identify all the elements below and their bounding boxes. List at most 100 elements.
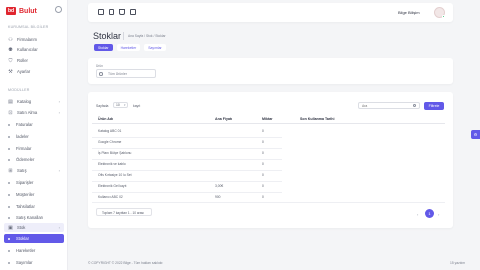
sidebar-item-users[interactable]: ⚉ Kullanıcılar <box>4 45 64 54</box>
page-size-select[interactable]: 10 ▾ <box>113 102 128 108</box>
filter-label: Ürün <box>96 64 103 68</box>
shield-icon: ⛉ <box>8 57 13 64</box>
gear-icon[interactable]: ⚙ <box>471 130 480 139</box>
page-title: Stoklar <box>93 31 122 41</box>
tab-counts[interactable]: Sayımlar <box>144 44 166 51</box>
wrench-icon: ⚒ <box>8 68 13 75</box>
section-label-modules: MODÜLLER <box>8 88 30 92</box>
column-header-price[interactable]: Ana Fiyatı <box>215 117 232 121</box>
users-icon: ⚉ <box>8 46 13 53</box>
circle-icon <box>8 261 10 264</box>
online-status-icon <box>442 15 445 18</box>
chevron-right-icon[interactable]: › <box>438 212 439 217</box>
table-cell: 0 <box>262 184 264 188</box>
table-cell: Elektronik Gel kayıt <box>98 184 127 188</box>
sidebar-item-roles[interactable]: ⛉ Roller <box>4 56 64 65</box>
sidebar-item-customers[interactable]: Müşteriler <box>4 190 64 199</box>
chevron-down-icon: ▾ <box>123 103 126 107</box>
sidebar-item-counts[interactable]: Sayımlar <box>4 258 64 267</box>
footer-copyright: © COPYRIGHT © 2022 Bilge - Tüm hakları s… <box>88 261 164 265</box>
table-cell: Katalog ABC 01 <box>98 129 122 133</box>
sidebar-item-sales[interactable]: ⊞ Satış › <box>4 166 64 175</box>
footer-right-text: 15 yazılım <box>450 261 466 265</box>
monitor-icon[interactable] <box>98 9 104 15</box>
column-header-product[interactable]: Ürün Adı <box>98 117 113 121</box>
chevron-left-icon[interactable]: ‹ <box>417 212 418 217</box>
circle-icon <box>8 193 10 196</box>
breadcrumb[interactable]: Ana Sayfa / Stok / Stoklar <box>128 34 166 38</box>
sidebar-item-collections[interactable]: Tahsilatlar <box>4 202 64 211</box>
sidebar-item-catalog[interactable]: ▤ Katalog › <box>4 97 64 106</box>
table-cell: 3,00€ <box>215 184 224 188</box>
book-icon: ▤ <box>8 98 13 105</box>
document-icon[interactable] <box>109 9 114 15</box>
pagination-info: Toplam 7 kayıttan 1 - 10 arası <box>102 210 144 215</box>
sidebar-item-sales-channels[interactable]: Satış Kanalları <box>4 213 64 222</box>
chevron-right-icon: › <box>58 110 60 115</box>
table-cell: Elektronik ve kablo <box>98 162 126 166</box>
breadcrumb-divider <box>123 32 124 40</box>
radio-icon <box>99 72 103 76</box>
tab-stocks[interactable]: Stoklar <box>94 44 113 51</box>
circle-icon <box>8 135 10 138</box>
page-size-label: Sayfada <box>96 104 109 108</box>
table-cell: 0 <box>262 129 264 133</box>
user-icon: ⚇ <box>8 36 13 43</box>
circle-icon <box>8 147 10 150</box>
sidebar-item-companies[interactable]: ⚇ Firmalarım <box>4 35 64 44</box>
circle-icon <box>8 181 10 184</box>
page-button-current[interactable]: 1 <box>425 209 434 218</box>
sidebar-item-invoices[interactable]: Faturalar <box>4 120 64 129</box>
topbar: Bilge Bilişim <box>88 3 453 22</box>
search-input[interactable] <box>358 102 420 109</box>
box-icon: ▣ <box>8 224 13 231</box>
table-cell: 0 <box>262 173 264 177</box>
chevron-right-icon: › <box>58 168 60 173</box>
circle-icon <box>8 237 10 240</box>
sidebar-item-payments[interactable]: Ödemeler <box>4 155 64 164</box>
circle-icon <box>8 123 10 126</box>
sidebar-item-purchasing[interactable]: ⊡ Satın Alma › <box>4 108 64 117</box>
brand[interactable]: bd Bulut <box>6 5 37 17</box>
brand-name: Bulut <box>19 7 37 15</box>
cart-icon[interactable] <box>119 9 125 15</box>
circle-icon <box>8 158 10 161</box>
circle-icon <box>8 216 10 219</box>
sidebar-item-firms[interactable]: Firmalar <box>4 144 64 153</box>
sidebar-item-movements[interactable]: Hareketler <box>4 246 64 255</box>
user-name[interactable]: Bilge Bilişim <box>398 10 420 15</box>
sidebar-item-stocks[interactable]: Stoklar <box>4 234 64 243</box>
sidebar-item-settings[interactable]: ⚒ Ayarlar <box>4 67 64 76</box>
table-cell: Ofis Kırtasiye 10 lu Set <box>98 173 132 177</box>
sidebar-toggle-icon[interactable] <box>55 6 62 13</box>
calendar-icon[interactable] <box>130 9 136 15</box>
table-cell: İş Planı Bütçe Şablonu <box>98 151 132 155</box>
section-label-corporate: KURUMSAL BİLGİLER <box>8 25 49 29</box>
sidebar: bd Bulut KURUMSAL BİLGİLER ⚇ Firmalarım ⚉… <box>0 0 68 270</box>
product-filter-value: Tüm Ürünler <box>108 71 127 76</box>
page-tabs: Stoklar Hareketler Sayımlar <box>94 44 166 51</box>
chevron-right-icon: › <box>58 99 60 104</box>
circle-icon <box>8 205 10 208</box>
records-label: kayıt <box>133 104 141 108</box>
filter-button[interactable]: Filtrele <box>424 102 444 110</box>
table-cell: 0 <box>262 162 264 166</box>
tab-movements[interactable]: Hareketler <box>116 44 141 51</box>
circle-icon <box>8 249 10 252</box>
table-cell: 0 <box>262 195 264 199</box>
cart-icon: ⊡ <box>8 109 13 116</box>
table-cell: Google Chrome <box>98 140 122 144</box>
column-header-quantity[interactable]: Miktar <box>262 117 273 121</box>
column-header-expiry[interactable]: Son Kullanma Tarihi <box>300 117 334 121</box>
chevron-down-icon: › <box>58 225 60 230</box>
table-header-divider <box>92 122 445 124</box>
search-icon <box>413 104 416 107</box>
table-cell: Kullanıcı ABC 02 <box>98 195 123 199</box>
table-cell: 0 <box>262 151 264 155</box>
sidebar-item-stock[interactable]: ▣ Stok › <box>4 223 64 232</box>
brand-logo: bd <box>6 7 16 15</box>
sidebar-item-orders[interactable]: Siparişler <box>4 178 64 187</box>
sidebar-item-returns[interactable]: İadeler <box>4 132 64 141</box>
table-cell: 0 <box>262 140 264 144</box>
bag-icon: ⊞ <box>8 167 13 174</box>
